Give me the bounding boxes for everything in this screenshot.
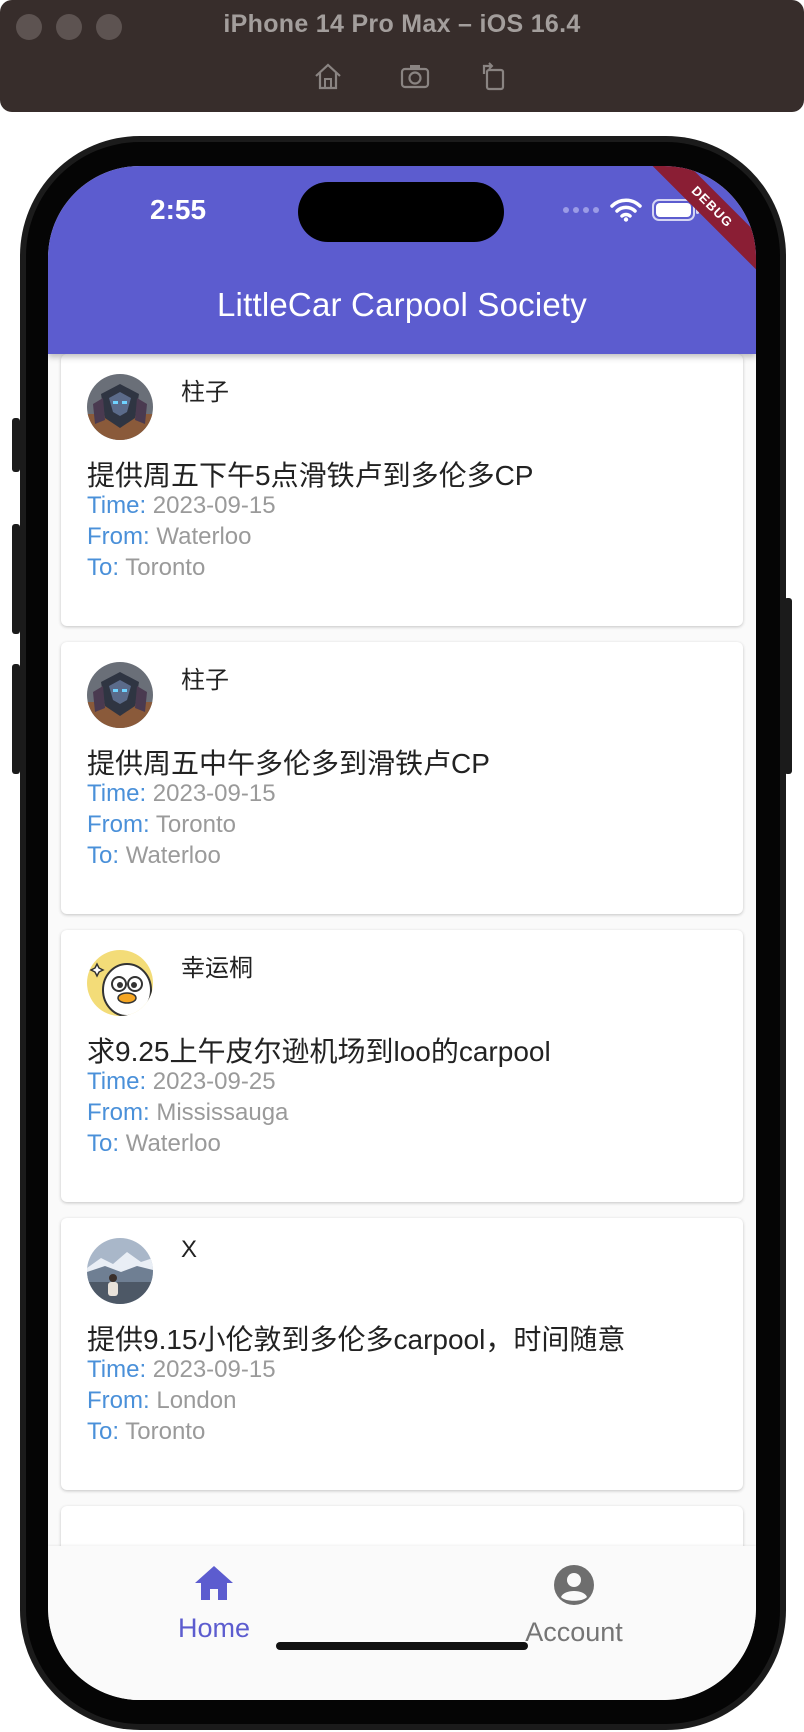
app-bar: 2:55 LittleCar Carpool Society DEBUG	[48, 166, 756, 354]
nav-home[interactable]: Home	[114, 1564, 314, 1644]
from-value: Mississauga	[156, 1099, 289, 1126]
post-time: Time: 2023-09-15	[87, 492, 276, 520]
simulator-title-bar: iPhone 14 Pro Max – iOS 16.4	[0, 0, 804, 112]
from-value: Waterloo	[156, 523, 252, 550]
from-label: From:	[87, 1387, 150, 1414]
landscape-avatar[interactable]	[87, 1238, 153, 1304]
post-from: From: London	[87, 1387, 236, 1415]
post-title: 提供周五下午5点滑铁卢到多伦多CP	[87, 460, 534, 491]
post-from: From: Toronto	[87, 811, 236, 839]
from-label: From:	[87, 811, 150, 838]
app-title: LittleCar Carpool Society	[217, 286, 587, 323]
post-card[interactable]	[61, 1506, 743, 1546]
status-time: 2:55	[150, 194, 207, 225]
time-value: 2023-09-25	[152, 1068, 276, 1095]
post-card[interactable]: 柱子 提供周五中午多伦多到滑铁卢CP Time: 2023-09-15 From…	[61, 642, 743, 914]
nav-home-label: Home	[177, 1613, 251, 1643]
transformer-avatar[interactable]	[87, 662, 153, 728]
time-label: Time:	[87, 780, 147, 807]
from-label: From:	[87, 1099, 150, 1126]
to-label: To:	[87, 1130, 120, 1157]
time-value: 2023-09-15	[152, 780, 276, 807]
duck-avatar[interactable]	[87, 950, 153, 1016]
post-to: To: Toronto	[87, 554, 205, 582]
dynamic-island	[298, 182, 504, 242]
from-value: London	[156, 1387, 237, 1414]
account-icon	[554, 1565, 594, 1605]
to-value: Toronto	[125, 1418, 206, 1445]
post-time: Time: 2023-09-15	[87, 1356, 276, 1384]
home-icon	[195, 1566, 233, 1600]
post-from: From: Waterloo	[87, 523, 252, 551]
time-value: 2023-09-15	[152, 492, 276, 519]
rotate-icon[interactable]	[478, 60, 510, 92]
status-icons	[562, 198, 700, 222]
post-from: From: Mississauga	[87, 1099, 288, 1127]
post-card[interactable]: 柱子 提供周五下午5点滑铁卢到多伦多CP Time: 2023-09-15 Fr…	[61, 354, 743, 626]
nav-account[interactable]: Account	[474, 1564, 674, 1648]
home-indicator[interactable]	[276, 1642, 528, 1650]
to-label: To:	[87, 554, 120, 581]
author-name: 幸运桐	[181, 955, 253, 982]
time-label: Time:	[87, 1068, 147, 1095]
to-value: Waterloo	[125, 842, 221, 869]
wifi-icon	[610, 198, 642, 222]
post-time: Time: 2023-09-15	[87, 780, 276, 808]
power-button	[784, 598, 792, 774]
post-title: 提供9.15小伦敦到多伦多carpool，时间随意	[87, 1324, 626, 1355]
post-title: 提供周五中午多伦多到滑铁卢CP	[87, 748, 490, 779]
to-value: Toronto	[125, 554, 206, 581]
post-card[interactable]: X 提供9.15小伦敦到多伦多carpool，时间随意 Time: 2023-0…	[61, 1218, 743, 1490]
bottom-navigation: Home Account	[48, 1546, 756, 1700]
from-label: From:	[87, 523, 150, 550]
post-to: To: Waterloo	[87, 842, 221, 870]
time-value: 2023-09-15	[152, 1356, 276, 1383]
phone-screen: 2:55 LittleCar Carpool Society DEBUG 柱子 …	[48, 166, 756, 1700]
from-value: Toronto	[155, 811, 236, 838]
screenshot-icon[interactable]	[399, 60, 431, 92]
post-to: To: Waterloo	[87, 1130, 221, 1158]
action-button	[12, 418, 20, 472]
transformer-avatar[interactable]	[87, 374, 153, 440]
post-title: 求9.25上午皮尔逊机场到loo的carpool	[87, 1036, 551, 1067]
author-name: 柱子	[181, 667, 229, 694]
author-name: X	[181, 1236, 198, 1263]
time-label: Time:	[87, 492, 147, 519]
post-time: Time: 2023-09-25	[87, 1068, 276, 1096]
volume-down-button	[12, 664, 20, 774]
to-label: To:	[87, 842, 120, 869]
post-list[interactable]: 柱子 提供周五下午5点滑铁卢到多伦多CP Time: 2023-09-15 Fr…	[48, 354, 756, 1546]
signal-dots-icon	[563, 207, 599, 213]
time-label: Time:	[87, 1356, 147, 1383]
author-name: 柱子	[181, 379, 229, 406]
home-icon[interactable]	[312, 60, 344, 92]
simulator-title: iPhone 14 Pro Max – iOS 16.4	[223, 10, 581, 38]
post-to: To: Toronto	[87, 1418, 205, 1446]
to-label: To:	[87, 1418, 120, 1445]
volume-up-button	[12, 524, 20, 634]
to-value: Waterloo	[125, 1130, 221, 1157]
post-card[interactable]: 幸运桐 求9.25上午皮尔逊机场到loo的carpool Time: 2023-…	[61, 930, 743, 1202]
